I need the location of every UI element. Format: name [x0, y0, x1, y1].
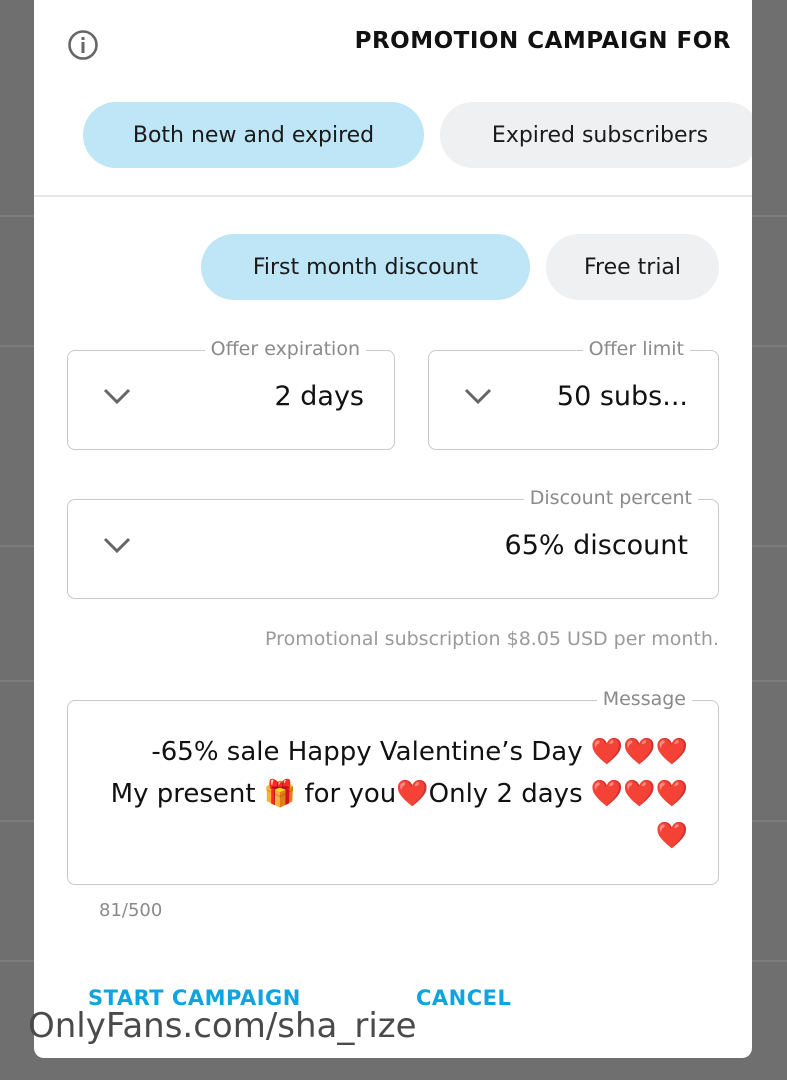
- chip-label: First month discount: [252, 254, 479, 280]
- discount-percent-legend: Discount percent: [523, 487, 698, 509]
- chip-label: Free trial: [583, 254, 682, 280]
- info-icon[interactable]: [67, 29, 99, 61]
- section-divider: [34, 195, 752, 197]
- cancel-button[interactable]: CANCEL: [416, 986, 511, 1010]
- offer-limit-select[interactable]: Offer limit 50 subs...: [428, 338, 719, 450]
- offer-expiration-legend: Offer expiration: [204, 338, 366, 360]
- offer-limit-value: 50 subs...: [556, 381, 688, 412]
- dialog-title: PROMOTION CAMPAIGN FOR: [354, 28, 731, 54]
- discount-percent-select[interactable]: Discount percent 65% discount: [67, 487, 719, 599]
- promo-first-month-chip[interactable]: First month discount: [201, 234, 530, 300]
- chevron-down-icon: [464, 388, 492, 405]
- promo-price-helper: Promotional subscription $8.05 USD per m…: [265, 628, 719, 650]
- chip-label: Expired subscribers: [491, 122, 709, 148]
- discount-percent-value: 65% discount: [504, 530, 688, 561]
- message-legend: Message: [596, 688, 692, 710]
- message-text: -65% sale Happy Valentine’s Day ❤️❤️❤️ M…: [110, 737, 688, 851]
- chevron-down-icon: [103, 388, 131, 405]
- audience-both-chip[interactable]: Both new and expired: [83, 102, 424, 168]
- chip-label: Both new and expired: [132, 122, 375, 148]
- offer-expiration-select[interactable]: Offer expiration 2 days: [67, 338, 395, 450]
- audience-expired-chip[interactable]: Expired subscribers: [440, 102, 752, 168]
- promo-free-trial-chip[interactable]: Free trial: [546, 234, 719, 300]
- promotion-dialog: PROMOTION CAMPAIGN FOR Expired subscribe…: [34, 0, 752, 1058]
- watermark: OnlyFans.com/sha_rize: [28, 1006, 417, 1046]
- message-textarea[interactable]: Message -65% sale Happy Valentine’s Day …: [67, 688, 719, 885]
- chevron-down-icon: [103, 537, 131, 554]
- character-counter: 81/500: [99, 900, 163, 921]
- offer-limit-legend: Offer limit: [582, 338, 690, 360]
- offer-expiration-value: 2 days: [274, 381, 365, 412]
